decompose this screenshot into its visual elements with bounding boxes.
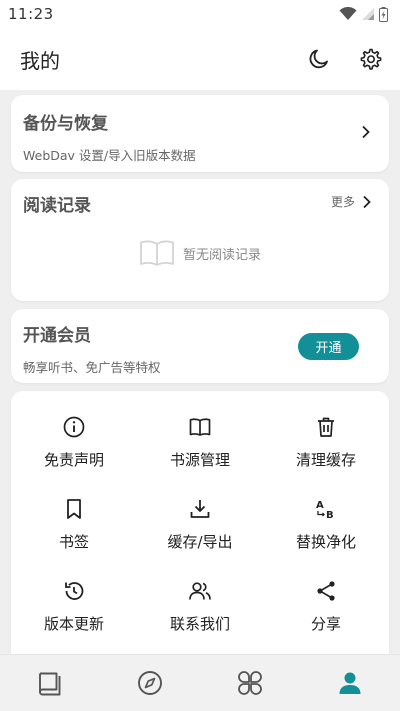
- bottom-nav: [0, 654, 400, 711]
- moon-icon: [309, 49, 328, 69]
- grid-item-bookmarks[interactable]: 书签: [11, 497, 137, 579]
- wifi-icon: [339, 7, 357, 20]
- info-icon: [62, 415, 86, 439]
- more-link[interactable]: 更多: [331, 193, 373, 210]
- status-icons: [339, 6, 388, 22]
- grid-item-cache-export[interactable]: 缓存/导出: [137, 497, 263, 579]
- more-label: 更多: [330, 195, 355, 209]
- reading-history-card: 阅读记录 更多 暂无阅读记录: [11, 179, 389, 301]
- nav-profile[interactable]: [320, 658, 380, 708]
- signal-icon: [362, 8, 374, 20]
- grid-item-version-update[interactable]: 版本更新: [11, 579, 137, 661]
- grid-item-label: 清理缓存: [295, 451, 356, 469]
- bookshelf-icon: [39, 672, 61, 696]
- grid-item-contact-us[interactable]: 联系我们: [137, 579, 263, 661]
- grid-item-label: 书签: [58, 533, 89, 551]
- battery-icon: [379, 6, 388, 22]
- gear-icon: [360, 48, 382, 70]
- grid-item-clear-cache[interactable]: 清理缓存: [263, 415, 389, 497]
- history-icon: [62, 579, 86, 603]
- book-open-icon: [188, 415, 212, 439]
- member-card-subtitle: 畅享听书、免广告等特权: [23, 360, 161, 375]
- reading-card-title: 阅读记录: [23, 196, 91, 216]
- grid-item-share[interactable]: 分享: [263, 579, 389, 661]
- grid-item-label: 替换净化: [295, 533, 356, 551]
- clover-icon: [238, 671, 262, 695]
- page-title: 我的: [20, 48, 60, 73]
- settings-button[interactable]: [356, 44, 386, 74]
- share-icon: [314, 579, 338, 603]
- compass-icon: [138, 671, 162, 695]
- empty-state: 暂无阅读记录: [11, 239, 389, 267]
- function-grid-card: 免责声明 书源管理 清理缓存 书签 缓存/导出 A B 替换净化 版本更新 联系…: [11, 391, 389, 671]
- dark-mode-button[interactable]: [304, 44, 334, 74]
- chevron-right-icon: [362, 125, 370, 139]
- backup-card-subtitle: WebDav 设置/导入旧版本数据: [23, 148, 196, 163]
- backup-card-title: 备份与恢复: [23, 114, 108, 134]
- open-membership-button[interactable]: 开通: [298, 333, 359, 360]
- grid-item-label: 免责声明: [43, 451, 104, 469]
- grid-item-label: 联系我们: [169, 615, 230, 633]
- member-card-title: 开通会员: [23, 326, 91, 346]
- grid-item-label: 书源管理: [169, 451, 230, 469]
- grid-item-label: 分享: [310, 615, 341, 633]
- svg-text:A: A: [316, 500, 324, 511]
- nav-bookshelf[interactable]: [20, 658, 80, 708]
- grid-item-disclaimer[interactable]: 免责声明: [11, 415, 137, 497]
- membership-card: 开通会员 畅享听书、免广告等特权 开通: [11, 309, 389, 383]
- replace-ab-icon: AB: [314, 497, 338, 521]
- users-icon: [188, 579, 212, 603]
- person-icon: [339, 672, 361, 694]
- book-open-icon: [140, 240, 174, 266]
- grid-item-source-management[interactable]: 书源管理: [137, 415, 263, 497]
- nav-discover[interactable]: [120, 658, 180, 708]
- backup-restore-card[interactable]: 备份与恢复 WebDav 设置/导入旧版本数据: [11, 95, 389, 172]
- bookmark-icon: [62, 497, 86, 521]
- app-actions: [304, 44, 386, 74]
- download-icon: [188, 497, 212, 521]
- status-bar: 11:23: [0, 0, 400, 28]
- nav-categories[interactable]: [220, 658, 280, 708]
- status-time: 11:23: [8, 5, 54, 23]
- grid-item-label: 版本更新: [43, 615, 104, 633]
- app-bar: 我的: [0, 28, 400, 90]
- grid-item-replace-purify[interactable]: AB 替换净化: [263, 497, 389, 579]
- svg-text:B: B: [326, 510, 334, 521]
- grid-item-label: 缓存/导出: [167, 533, 233, 551]
- trash-icon: [314, 415, 338, 439]
- chevron-right-icon: [363, 195, 371, 208]
- function-grid: 免责声明 书源管理 清理缓存 书签 缓存/导出 A B 替换净化 版本更新 联系…: [11, 391, 389, 655]
- empty-state-text: 暂无阅读记录: [182, 247, 261, 263]
